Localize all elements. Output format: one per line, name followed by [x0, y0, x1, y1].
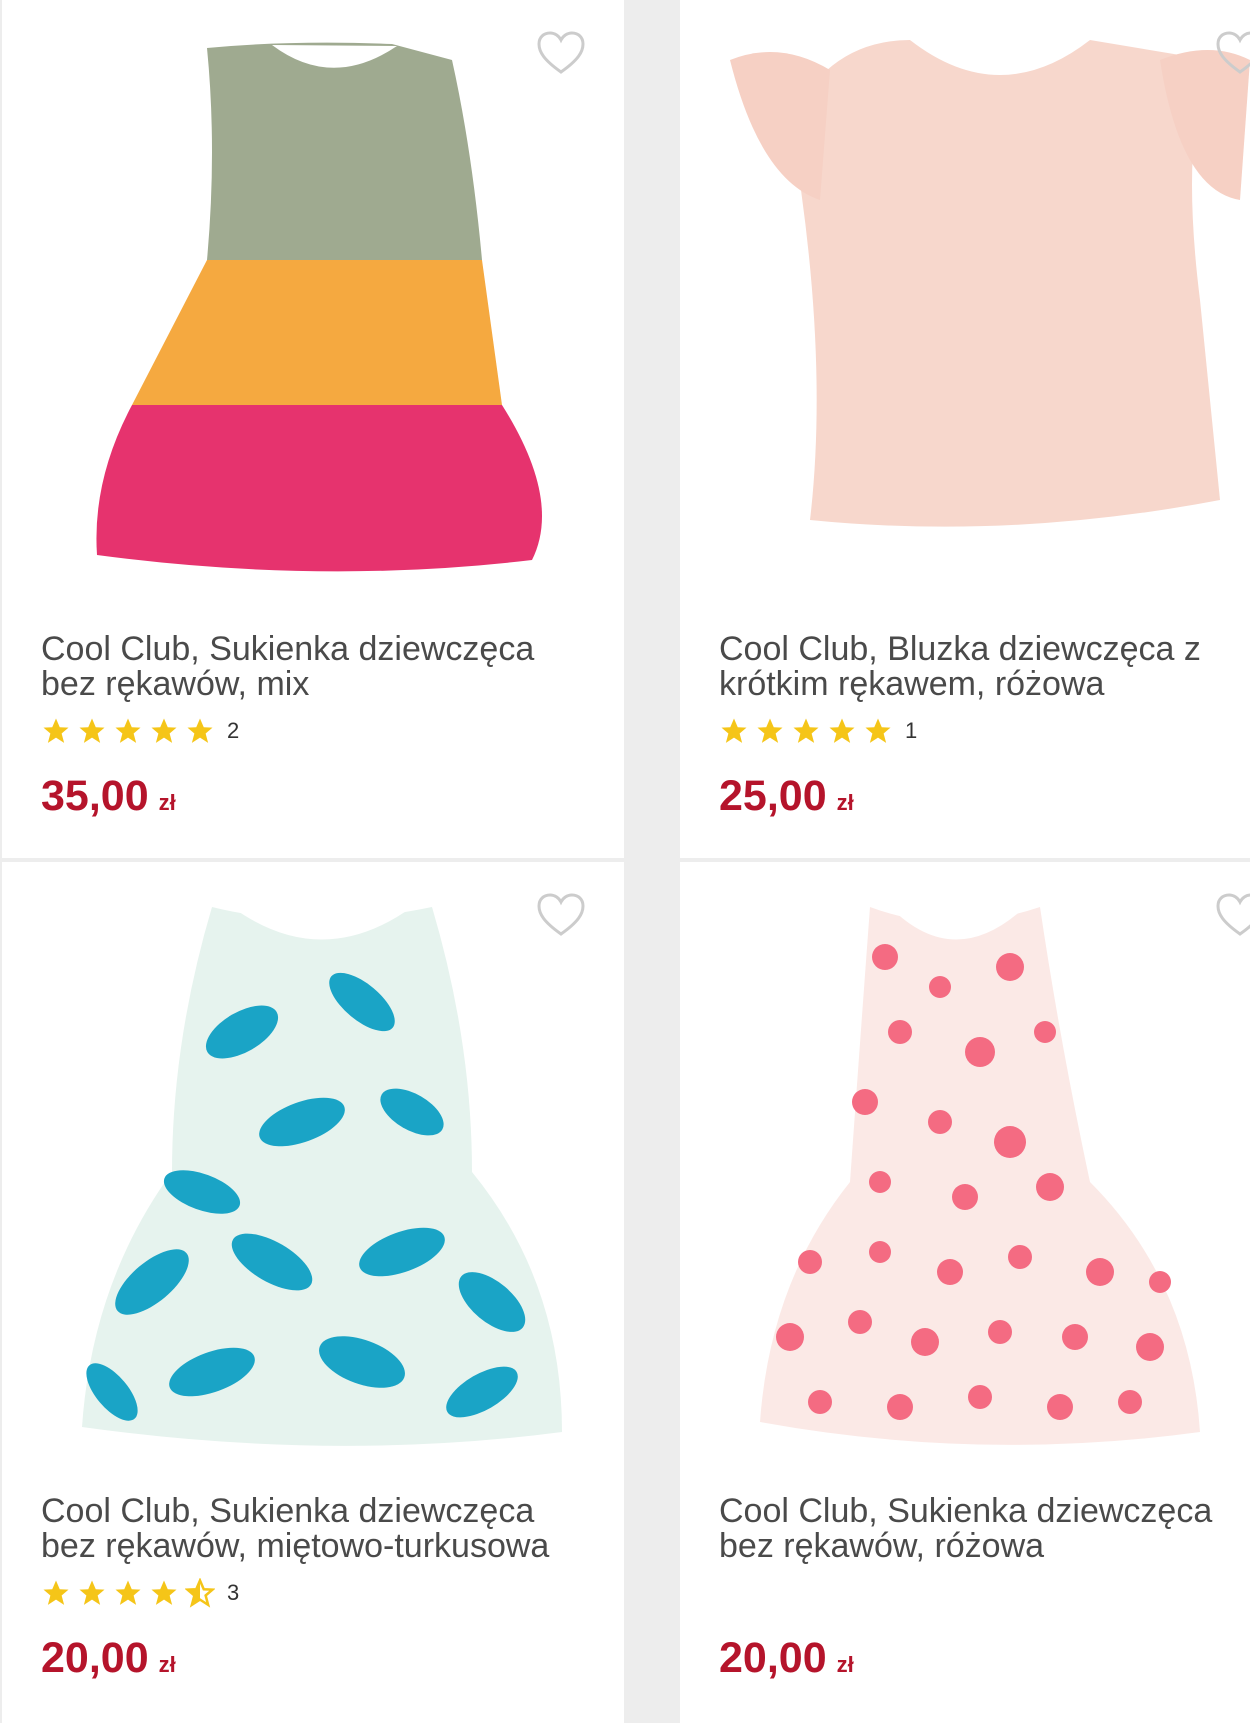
rating: 1 [719, 714, 917, 748]
price-currency: zł [836, 1652, 854, 1677]
product-image[interactable] [2, 862, 624, 1452]
product-title[interactable]: Cool Club, Sukienka dziewczęca bez rękaw… [41, 1494, 581, 1564]
price-value: 20,00 [41, 1634, 149, 1682]
product-image[interactable] [680, 0, 1250, 590]
favorite-heart-icon[interactable] [536, 892, 586, 938]
star-full-icon [719, 716, 749, 746]
product-grid: Cool Club, Sukienka dziewczęca bez rękaw… [0, 0, 1250, 1723]
star-full-icon [863, 716, 893, 746]
product-price: 20,00 zł [41, 1634, 176, 1689]
rating-count: 1 [905, 718, 918, 743]
star-full-icon [113, 1578, 143, 1608]
product-title[interactable]: Cool Club, Sukienka dziewczęca bez rękaw… [719, 1494, 1250, 1564]
product-card[interactable]: Cool Club, Bluzka dziewczęca z krótkim r… [680, 0, 1250, 858]
star-full-icon [41, 716, 71, 746]
rating: 2 [41, 714, 239, 748]
star-full-icon [791, 716, 821, 746]
price-currency: zł [158, 790, 176, 815]
product-image[interactable] [2, 0, 624, 590]
product-image[interactable] [680, 862, 1250, 1452]
product-card[interactable]: Cool Club, Sukienka dziewczęca bez rękaw… [2, 0, 624, 858]
product-price: 25,00 zł [719, 772, 854, 827]
product-price: 20,00 zł [719, 1634, 854, 1689]
product-title[interactable]: Cool Club, Bluzka dziewczęca z krótkim r… [719, 632, 1250, 702]
favorite-heart-icon[interactable] [536, 30, 586, 76]
price-value: 35,00 [41, 772, 149, 820]
star-full-icon [149, 1578, 179, 1608]
price-currency: zł [836, 790, 854, 815]
star-half-icon [185, 1578, 215, 1608]
rating-count: 2 [227, 718, 240, 743]
favorite-heart-icon[interactable] [1215, 30, 1250, 76]
star-full-icon [185, 716, 215, 746]
rating-count: 3 [227, 1580, 240, 1605]
price-currency: zł [158, 1652, 176, 1677]
product-card[interactable]: Cool Club, Sukienka dziewczęca bez rękaw… [680, 862, 1250, 1723]
product-price: 35,00 zł [41, 772, 176, 827]
price-value: 20,00 [719, 1634, 827, 1682]
star-full-icon [77, 1578, 107, 1608]
star-full-icon [77, 716, 107, 746]
favorite-heart-icon[interactable] [1215, 892, 1250, 938]
price-value: 25,00 [719, 772, 827, 820]
product-card[interactable]: Cool Club, Sukienka dziewczęca bez rękaw… [2, 862, 624, 1723]
rating: 3 [41, 1576, 239, 1610]
product-title[interactable]: Cool Club, Sukienka dziewczęca bez rękaw… [41, 632, 581, 702]
star-full-icon [113, 716, 143, 746]
star-full-icon [827, 716, 857, 746]
star-full-icon [41, 1578, 71, 1608]
star-full-icon [755, 716, 785, 746]
star-full-icon [149, 716, 179, 746]
